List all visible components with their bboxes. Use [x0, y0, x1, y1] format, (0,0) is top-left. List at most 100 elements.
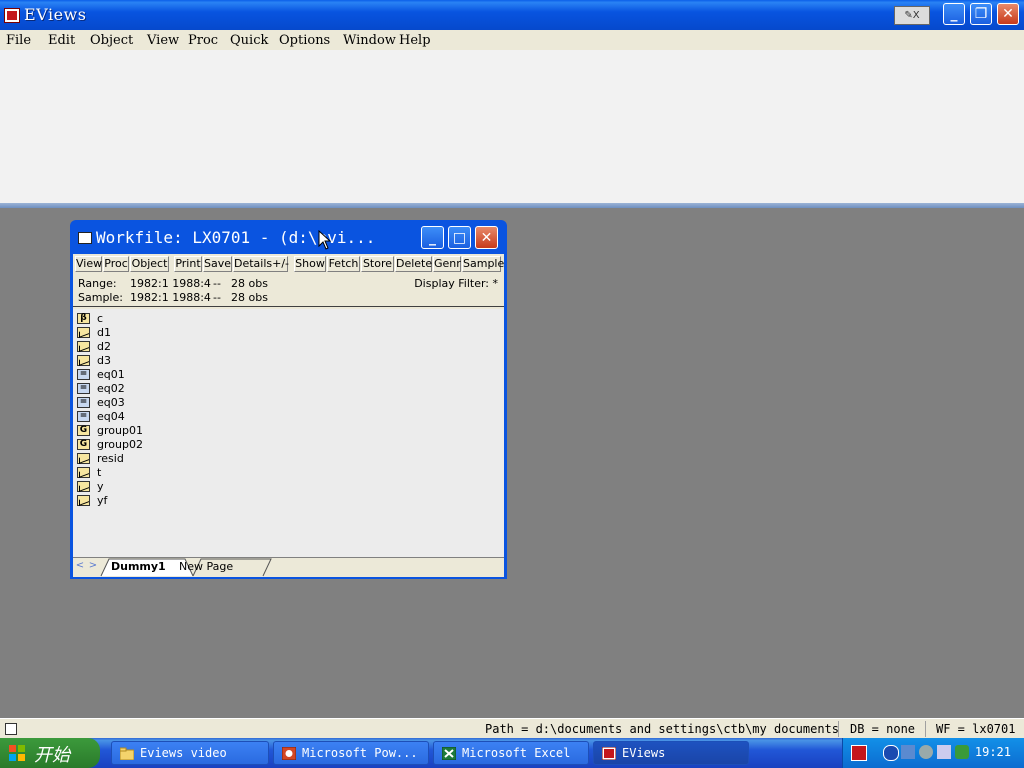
command-window-splitter[interactable] [0, 203, 1024, 208]
toolbar-store-button[interactable]: Store [361, 256, 394, 272]
language-bar-icon[interactable]: ✎X [894, 6, 930, 25]
app-titlebar: EViews ✎X _ ❐ ✕ [0, 0, 1024, 30]
object-name: eq03 [97, 395, 125, 409]
list-item[interactable]: t [77, 465, 101, 479]
workfile-toolbar: View Proc Object Print Save Details+/- S… [73, 254, 504, 274]
coef-icon: β [77, 312, 90, 324]
object-name: d2 [97, 339, 111, 353]
list-item[interactable]: d1 [77, 325, 111, 339]
workfile-close-button[interactable]: ✕ [475, 226, 498, 249]
menu-bar: File Edit Object View Proc Quick Options… [0, 30, 1024, 50]
object-name: resid [97, 451, 124, 465]
eviews-tray-icon[interactable] [851, 745, 867, 761]
taskbar-label: Eviews video [140, 746, 227, 760]
menu-file[interactable]: File [6, 33, 31, 48]
menu-object[interactable]: Object [90, 33, 133, 48]
taskbar-eviews-video[interactable]: Eviews video [111, 741, 269, 765]
sample-value[interactable]: 1982:1 1988:4 [130, 291, 211, 304]
toolbar-print-button[interactable]: Print [174, 256, 202, 272]
list-item[interactable]: Ggroup01 [77, 423, 143, 437]
toolbar-show-button[interactable]: Show [294, 256, 326, 272]
object-name: yf [97, 493, 108, 507]
toolbar-fetch-button[interactable]: Fetch [327, 256, 360, 272]
menu-help[interactable]: Help [399, 33, 431, 48]
restore-button[interactable]: ❐ [970, 3, 992, 25]
taskbar-label: Microsoft Excel [462, 746, 571, 760]
close-button[interactable]: ✕ [997, 3, 1019, 25]
workfile-maximize-button[interactable]: □ [448, 226, 471, 249]
toolbar-proc-button[interactable]: Proc [103, 256, 129, 272]
menu-view[interactable]: View [147, 33, 179, 48]
tab-new-page[interactable]: New Page [179, 559, 233, 575]
workfile-minimize-button[interactable]: _ [421, 226, 444, 249]
menu-proc[interactable]: Proc [188, 33, 218, 48]
equation-icon: = [77, 368, 90, 380]
list-item[interactable]: resid [77, 451, 124, 465]
object-name: c [97, 311, 104, 325]
list-item[interactable]: = eq02 [77, 381, 125, 395]
windows-logo-icon [9, 745, 25, 761]
taskbar-label: Microsoft Pow... [302, 746, 418, 760]
start-button[interactable]: 开始 [0, 738, 100, 768]
object-name: group02 [97, 437, 143, 451]
workfile-titlebar[interactable]: Workfile: LX0701 - (d:\evi... _ □ ✕ [70, 220, 507, 254]
tab-dummy1[interactable]: Dummy1 [111, 559, 166, 575]
equation-icon: = [77, 410, 90, 422]
menu-window[interactable]: Window [343, 33, 396, 48]
taskbar-excel[interactable]: Microsoft Excel [433, 741, 589, 765]
menu-edit[interactable]: Edit [48, 33, 75, 48]
list-item[interactable]: yf [77, 493, 107, 507]
taskbar-powerpoint[interactable]: Microsoft Pow... [273, 741, 429, 765]
command-window[interactable] [0, 50, 1024, 203]
eviews-app-icon [4, 8, 20, 23]
toolbar-details-button[interactable]: Details+/- [233, 256, 289, 272]
toolbar-view-button[interactable]: View [75, 256, 102, 272]
list-item[interactable]: = eq03 [77, 395, 125, 409]
equation-icon: = [77, 382, 90, 394]
status-divider [838, 721, 839, 737]
status-bar: Path = d:\documents and settings\ctb\my … [0, 718, 1024, 739]
toolbar-object-button[interactable]: Object [130, 256, 169, 272]
sample-label: Sample: [78, 291, 123, 304]
taskbar-label: EViews [622, 746, 666, 760]
status-db[interactable]: DB = none [850, 722, 915, 736]
series-icon [77, 452, 90, 464]
menu-options[interactable]: Options [279, 33, 330, 48]
shield-icon[interactable] [955, 745, 969, 759]
minimize-button[interactable]: _ [943, 3, 965, 25]
page-tabs: < > Dummy1 New Page [73, 557, 504, 577]
phone-icon[interactable] [937, 745, 951, 759]
menu-quick[interactable]: Quick [230, 33, 268, 48]
series-icon [77, 480, 90, 492]
status-wf[interactable]: WF = lx0701 [936, 722, 1015, 736]
chevron-left-icon[interactable] [883, 745, 899, 761]
list-item[interactable]: y [77, 479, 104, 493]
object-name: eq04 [97, 409, 125, 423]
network-icon[interactable] [901, 745, 915, 759]
toolbar-save-button[interactable]: Save [203, 256, 232, 272]
toolbar-genr-button[interactable]: Genr [433, 256, 461, 272]
list-item[interactable]: d2 [77, 339, 111, 353]
mouse-cursor-icon [318, 230, 332, 250]
list-item[interactable]: = eq04 [77, 409, 125, 423]
equation-icon: = [77, 396, 90, 408]
object-name: group01 [97, 423, 143, 437]
tab-next-arrow[interactable]: > [88, 560, 98, 574]
taskbar-eviews[interactable]: EViews [593, 741, 749, 765]
volume-icon[interactable] [919, 745, 933, 759]
status-checkbox[interactable] [5, 723, 17, 735]
series-icon [77, 326, 90, 338]
group-icon: G [77, 424, 90, 436]
display-filter[interactable]: Display Filter: * [414, 277, 498, 290]
list-item[interactable]: = eq01 [77, 367, 125, 381]
range-value[interactable]: 1982:1 1988:4 [130, 277, 211, 290]
toolbar-sample-button[interactable]: Sample [462, 256, 504, 272]
taskbar: 开始 Eviews video Microsoft Pow... Microso… [0, 738, 1024, 768]
status-divider [925, 721, 926, 737]
list-item[interactable]: d3 [77, 353, 111, 367]
tab-prev-arrow[interactable]: < [75, 560, 85, 574]
list-item[interactable]: βc [77, 311, 103, 325]
toolbar-delete-button[interactable]: Delete [395, 256, 432, 272]
excel-icon [442, 747, 456, 760]
list-item[interactable]: Ggroup02 [77, 437, 143, 451]
